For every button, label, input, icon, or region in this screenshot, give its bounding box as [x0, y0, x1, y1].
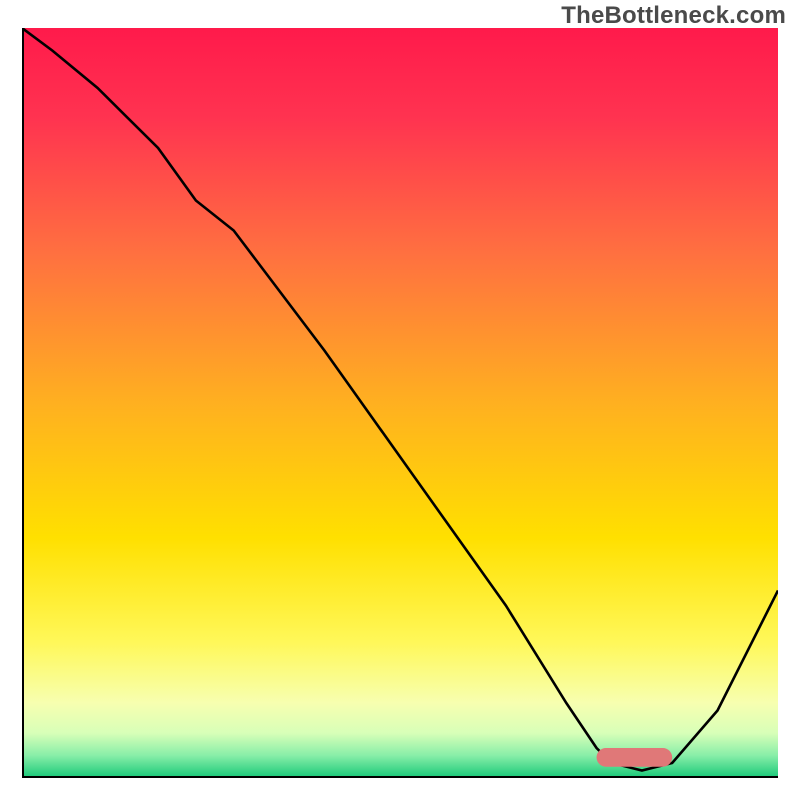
plot-area	[22, 28, 778, 778]
gradient-background	[22, 28, 778, 778]
watermark-text: TheBottleneck.com	[561, 2, 786, 30]
chart-svg	[22, 28, 778, 778]
optimal-marker	[597, 748, 673, 767]
chart-container: TheBottleneck.com	[0, 0, 800, 800]
